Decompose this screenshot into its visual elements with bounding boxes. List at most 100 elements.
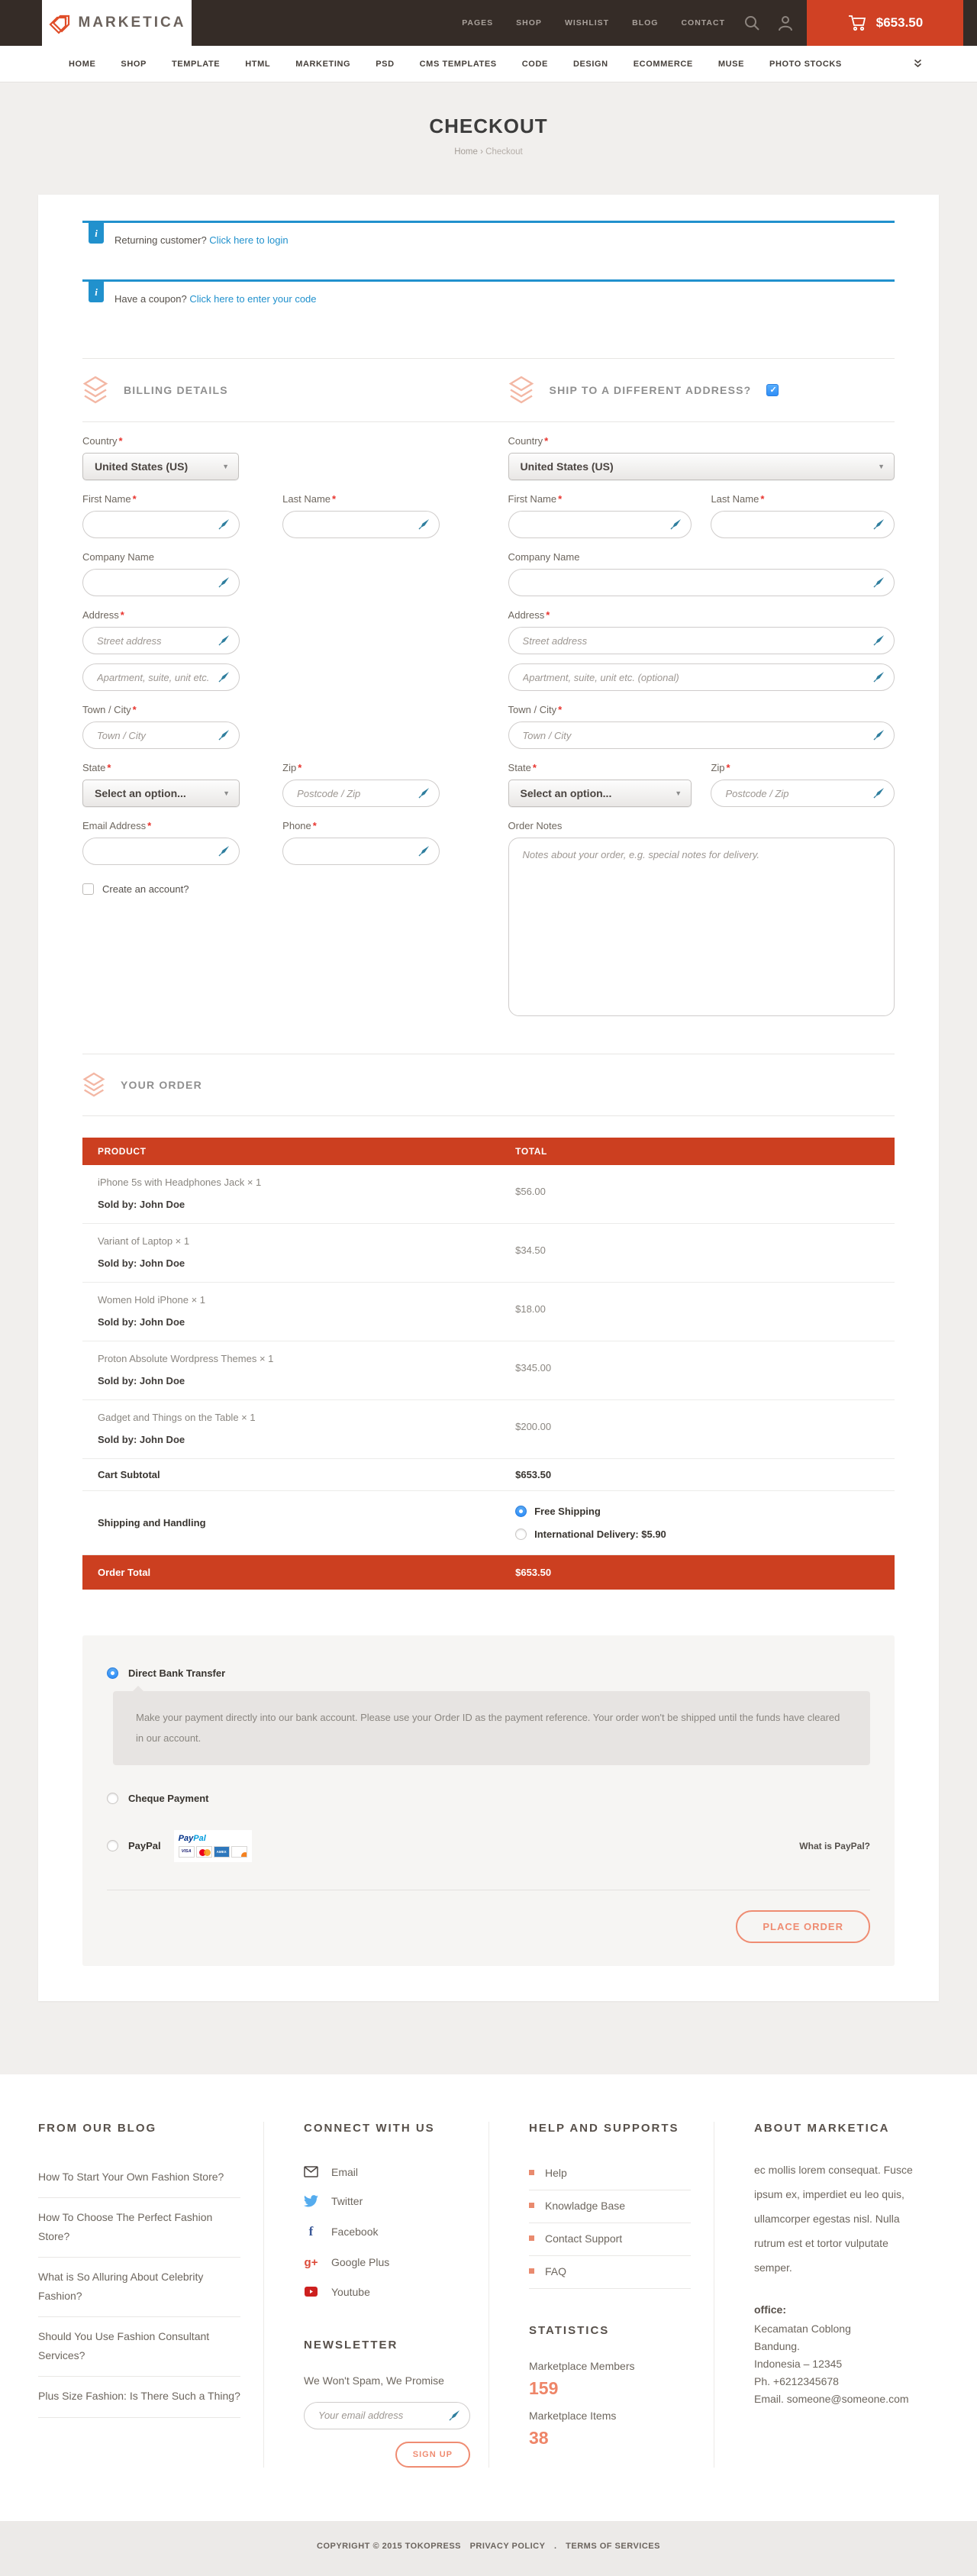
billing-phone-input[interactable] xyxy=(282,838,440,865)
billing-zip-input[interactable] xyxy=(282,780,440,807)
topnav-shop[interactable]: SHOP xyxy=(516,18,542,27)
facebook-link[interactable]: f Facebook xyxy=(304,2216,466,2248)
list-item[interactable]: How To Choose The Perfect Fashion Store? xyxy=(38,2198,240,2258)
shipping-address-label: Address xyxy=(508,609,545,621)
shipping-title: SHIP TO A DIFFERENT ADDRESS? xyxy=(550,384,752,396)
nav-home[interactable]: HOME xyxy=(69,60,95,69)
visa-icon: VISA xyxy=(179,1846,195,1858)
faq-link[interactable]: FAQ xyxy=(529,2256,691,2289)
billing-email-input[interactable] xyxy=(82,838,240,865)
privacy-policy-link[interactable]: PRIVACY POLICY xyxy=(470,2542,546,2551)
billing-state-select[interactable]: Select an option... ▼ xyxy=(82,780,240,807)
layers-icon xyxy=(82,376,108,405)
product-name: Variant of Laptop × 1 xyxy=(98,1235,515,1247)
order-title: YOUR ORDER xyxy=(121,1079,202,1091)
youtube-link[interactable]: Youtube xyxy=(304,2277,466,2306)
logo[interactable]: MARKETICA xyxy=(42,0,192,46)
billing-country-select[interactable]: United States (US) ▼ xyxy=(82,453,239,480)
nav-muse[interactable]: MUSE xyxy=(718,60,744,69)
cheque-payment-option[interactable]: Cheque Payment xyxy=(107,1793,870,1804)
shipping-zip-input[interactable] xyxy=(711,780,895,807)
radio-selected-icon[interactable] xyxy=(515,1506,527,1517)
nav-ecommerce[interactable]: ECOMMERCE xyxy=(634,60,693,69)
office-label: office: xyxy=(754,2299,916,2320)
topnav-pages[interactable]: PAGES xyxy=(462,18,493,27)
radio-selected-icon[interactable] xyxy=(107,1667,118,1679)
create-account-checkbox[interactable] xyxy=(82,883,94,895)
google-plus-link[interactable]: g+ Google Plus xyxy=(304,2248,466,2277)
list-item[interactable]: What is So Alluring About Celebrity Fash… xyxy=(38,2258,240,2317)
nav-shop[interactable]: SHOP xyxy=(121,60,147,69)
radio-icon[interactable] xyxy=(515,1528,527,1540)
knowledge-base-link[interactable]: Knowladge Base xyxy=(529,2190,691,2223)
paypal-option[interactable]: PayPal PayPal VISA AMEX What is PayPal? xyxy=(107,1830,870,1862)
bullet-icon xyxy=(529,2170,534,2175)
nav-psd[interactable]: PSD xyxy=(376,60,394,69)
nav-marketing[interactable]: MARKETING xyxy=(295,60,350,69)
billing-zip-label: Zip xyxy=(282,762,296,773)
sign-up-button[interactable]: SIGN UP xyxy=(395,2442,470,2468)
shipping-state-select[interactable]: Select an option... ▼ xyxy=(508,780,692,807)
chevron-down-double-icon[interactable] xyxy=(914,59,922,68)
free-shipping-option[interactable]: Free Shipping xyxy=(515,1506,666,1517)
nav-code[interactable]: CODE xyxy=(522,60,548,69)
international-delivery-option[interactable]: International Delivery: $5.90 xyxy=(515,1528,666,1540)
topnav-contact[interactable]: CONTACT xyxy=(681,18,725,27)
search-icon[interactable] xyxy=(743,15,760,31)
members-label: Marketplace Members xyxy=(529,2360,691,2372)
billing-last-name-input[interactable] xyxy=(282,511,440,538)
nav-template[interactable]: TEMPLATE xyxy=(172,60,220,69)
shipping-first-name-label: First Name xyxy=(508,493,557,505)
radio-icon[interactable] xyxy=(107,1793,118,1804)
twitter-link[interactable]: Twitter xyxy=(304,2187,466,2216)
user-account-icon[interactable] xyxy=(777,15,794,31)
breadcrumb-home[interactable]: Home xyxy=(454,147,478,157)
shipping-street-input[interactable] xyxy=(508,627,895,654)
contact-support-link[interactable]: Contact Support xyxy=(529,2223,691,2256)
list-item[interactable]: How To Start Your Own Fashion Store? xyxy=(38,2158,240,2199)
radio-icon[interactable] xyxy=(107,1840,118,1851)
list-item[interactable]: Plus Size Fashion: Is There Such a Thing… xyxy=(38,2377,240,2418)
shipping-apartment-input[interactable] xyxy=(508,663,895,691)
newsletter-email-input[interactable] xyxy=(304,2402,470,2429)
shipping-country-label: Country xyxy=(508,435,543,447)
shipping-company-label: Company Name xyxy=(508,551,580,563)
help-link[interactable]: Help xyxy=(529,2158,691,2190)
nav-cms-templates[interactable]: CMS TEMPLATES xyxy=(420,60,497,69)
payment-methods-box: Direct Bank Transfer Make your payment d… xyxy=(82,1635,895,1966)
shipping-company-input[interactable] xyxy=(508,569,895,596)
connect-column-title: CONNECT WITH US xyxy=(304,2122,466,2135)
product-column-header: PRODUCT xyxy=(82,1146,515,1157)
blog-column-title: FROM OUR BLOG xyxy=(38,2122,240,2135)
logo-text: MARKETICA xyxy=(79,15,186,31)
shipping-country-select[interactable]: United States (US) ▼ xyxy=(508,453,895,480)
email-link[interactable]: Email xyxy=(304,2158,466,2187)
list-item[interactable]: Should You Use Fashion Consultant Servic… xyxy=(38,2317,240,2377)
billing-street-input[interactable] xyxy=(82,627,240,654)
coupon-link[interactable]: Click here to enter your code xyxy=(189,293,316,305)
pen-icon xyxy=(218,576,230,588)
order-notes-textarea[interactable] xyxy=(508,838,895,1016)
nav-photo-stocks[interactable]: PHOTO STOCKS xyxy=(769,60,842,69)
info-icon: i xyxy=(89,223,104,244)
what-is-paypal-link[interactable]: What is PayPal? xyxy=(799,1841,870,1851)
nav-design[interactable]: DESIGN xyxy=(573,60,608,69)
login-link[interactable]: Click here to login xyxy=(209,234,288,246)
ship-different-address-checkbox[interactable] xyxy=(766,384,779,396)
shipping-first-name-input[interactable] xyxy=(508,511,692,538)
nav-html[interactable]: HTML xyxy=(245,60,270,69)
topnav-blog[interactable]: BLOG xyxy=(632,18,658,27)
terms-of-services-link[interactable]: TERMS OF SERVICES xyxy=(566,2542,660,2551)
billing-first-name-input[interactable] xyxy=(82,511,240,538)
topnav-wishlist[interactable]: WISHLIST xyxy=(565,18,609,27)
shipping-town-input[interactable] xyxy=(508,721,895,749)
paypal-cards-image: PayPal VISA AMEX xyxy=(174,1830,252,1862)
bank-transfer-option[interactable]: Direct Bank Transfer xyxy=(107,1667,870,1679)
billing-apartment-input[interactable] xyxy=(82,663,240,691)
billing-town-input[interactable] xyxy=(82,721,240,749)
divider xyxy=(82,1115,895,1116)
shipping-last-name-input[interactable] xyxy=(711,511,895,538)
place-order-button[interactable]: PLACE ORDER xyxy=(736,1910,870,1943)
cart-button[interactable]: $653.50 xyxy=(807,0,963,46)
billing-company-input[interactable] xyxy=(82,569,240,596)
